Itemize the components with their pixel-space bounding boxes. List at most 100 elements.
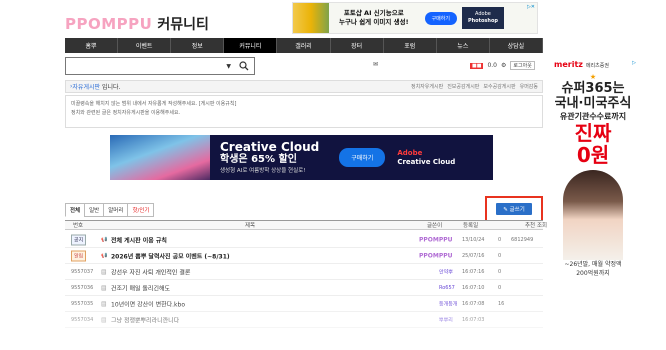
column-header: 등록일 <box>463 223 479 229</box>
category-tab[interactable]: 일반 <box>84 203 105 217</box>
photoshop-logo: Adobe Photoshop <box>461 7 504 29</box>
side-ad-foot1: ~26년말, 매월 약정액 <box>564 261 622 268</box>
breadcrumb-suffix: 입니다. <box>102 84 121 91</box>
category-tab[interactable]: 전체 <box>65 203 86 217</box>
post-icon: ▤ <box>101 284 107 291</box>
adobe-brand2: Creative Cloud <box>397 157 456 166</box>
post-author[interactable]: PPOMPPU <box>419 252 453 259</box>
side-ad-big1: 진짜 <box>574 121 612 145</box>
post-recommend: 0 <box>498 236 502 243</box>
table-row[interactable]: 9557037 ▤ 강선우 자진 사퇴 개인적인 결론 안약뿌 16:07:16 0 <box>65 264 543 280</box>
post-recommend: 0 <box>498 284 502 291</box>
side-ad-line1: 슈퍼365는 <box>561 81 625 96</box>
page-title: 커뮤니티 <box>157 17 209 33</box>
side-ad-foot2: 200억원까지 <box>576 270 610 277</box>
row-number: 공지 <box>71 234 87 245</box>
adobe-logo: Adobe Creative Cloud <box>397 149 455 167</box>
main-nav: 홈뿌 이벤트 정보 커뮤니티 갤러리 장터 포럼 뉴스 상담실 <box>65 38 543 53</box>
star-icon: ★ <box>589 73 597 81</box>
write-button[interactable]: ✎ 글쓰기 <box>496 203 532 215</box>
post-date: 25/07/16 <box>462 252 485 259</box>
settings-icon[interactable]: ⚙ <box>501 62 506 69</box>
top-ad-text: 포토샵 AI 신기능으로 누구나 쉽게 이미지 생성! <box>339 9 409 27</box>
breadcrumb: › 자유게시판 입니다. 정치자유게시판 진보공감게시판 보수공감게시판 유머감동 <box>65 80 543 93</box>
category-tab[interactable]: 핫/인기 <box>127 203 155 217</box>
nav-item[interactable]: 홈뿌 <box>65 38 119 53</box>
write-button-highlight: ✎ 글쓰기 <box>485 196 543 222</box>
write-button-label: 글쓰기 <box>509 207 525 213</box>
related-board-link[interactable]: 유머감동 <box>520 83 538 90</box>
megaphone-icon: 📢 <box>101 252 108 259</box>
site-logo[interactable]: PPOMPPU 커뮤니티 <box>65 13 209 35</box>
side-ad-big2: 0원 <box>576 143 610 167</box>
post-title[interactable]: 강선우 자진 사퇴 개인적인 결론 <box>111 267 190 276</box>
table-row[interactable]: 알림 📢 2026년 뽐뿌 달력사진 공모 이벤트 (~8/31) PPOMPPU 25… <box>65 248 543 264</box>
post-date: 13/10/24 <box>462 236 485 243</box>
table-row[interactable]: 공지 📢 전체 게시판 이용 규칙 PPOMPPU 13/10/24 0 6812949 <box>65 232 543 248</box>
ps-brand2: Photoshop <box>467 18 498 24</box>
nav-item[interactable]: 포럼 <box>384 38 437 53</box>
meritz-logo: meritz <box>554 60 583 69</box>
nav-item[interactable]: 장터 <box>331 38 384 53</box>
post-title[interactable]: 2026년 뽐뿌 달력사진 공모 이벤트 (~8/31) <box>111 251 230 260</box>
user-util: ■■ 0.0 ⚙ 로그아웃 <box>470 61 535 70</box>
search-box[interactable]: ▼ <box>65 57 255 75</box>
column-header: 글쓴이 <box>427 223 443 229</box>
post-author[interactable]: 안약뿌 <box>439 268 453 275</box>
adobe-brand1: Adobe <box>397 148 423 157</box>
notice-line2: 정치와 관련된 글은 정치자유게시판을 이용해주세요. <box>71 110 181 116</box>
notice-line1: 미끌령속을 해치지 않는 범위 내에서 자유롭게 작성해주세요. [게시판 이용… <box>71 101 237 107</box>
breadcrumb-current[interactable]: 자유게시판 <box>72 82 100 91</box>
post-date: 16:07:16 <box>462 268 485 275</box>
nav-item[interactable]: 갤러리 <box>277 38 331 53</box>
row-number: 알림 <box>71 250 87 261</box>
side-banner-ad[interactable]: meritz 메리츠증권 ★ 슈퍼365는 국내·미국주식 유관기관수수료까지 … <box>548 60 638 345</box>
top-banner-ad[interactable]: 포토샵 AI 신기능으로 누구나 쉽게 이미지 생성! 구매하기 Adobe P… <box>292 2 538 34</box>
category-tabs: 전체 일반 알머리 핫/인기 <box>65 203 155 217</box>
bottom-fade <box>0 300 560 350</box>
post-title[interactable]: 전체 게시판 이용 규칙 <box>111 235 167 244</box>
nav-item[interactable]: 이벤트 <box>118 38 172 53</box>
column-header: 추천 <box>525 223 536 229</box>
post-title[interactable]: 건조기 매일 돌리긴해도 <box>111 283 170 292</box>
post-recommend: 0 <box>498 268 502 275</box>
post-views: 6812949 <box>511 236 534 243</box>
related-board-link[interactable]: 보수공감게시판 <box>483 83 515 90</box>
table-header: 번호 제목 글쓴이 등록일 추천 조회 <box>65 220 547 230</box>
banner-desc: 생성형 AI로 여름방학 상상을 현실로! <box>220 168 306 174</box>
post-date: 16:07:10 <box>462 284 485 291</box>
nav-item[interactable]: 상담실 <box>490 38 543 53</box>
row-number: 9557036 <box>71 284 94 291</box>
dropdown-arrow-icon[interactable]: ▼ <box>226 63 231 70</box>
nav-item[interactable]: 뉴스 <box>437 38 490 53</box>
search-icon[interactable] <box>239 61 249 71</box>
top-ad-buy-button[interactable]: 구매하기 <box>424 11 457 25</box>
column-header: 조회 <box>537 223 548 229</box>
ad-choices-icon[interactable]: ▷✕ <box>527 4 535 10</box>
top-ad-line1: 포토샵 AI 신기능으로 <box>343 9 404 17</box>
megaphone-icon: 📢 <box>101 236 108 243</box>
logout-button[interactable]: 로그아웃 <box>510 61 535 70</box>
related-board-link[interactable]: 정치자유게시판 <box>411 83 443 90</box>
message-icon[interactable]: ✉ <box>373 61 378 68</box>
logo-text: PPOMPPU <box>65 15 153 33</box>
category-tab[interactable]: 알머리 <box>103 203 129 217</box>
nav-item[interactable]: 커뮤니티 <box>224 38 278 53</box>
points-value: 0.0 <box>487 62 497 69</box>
ad-choices-icon[interactable]: ▷ <box>632 60 636 66</box>
model-photo <box>563 170 623 260</box>
banner-buy-button[interactable]: 구매하기 <box>339 148 386 167</box>
board-notice: 미끌령속을 해치지 않는 범위 내에서 자유롭게 작성해주세요. [게시판 이용… <box>65 95 543 128</box>
nav-item[interactable]: 정보 <box>171 38 225 53</box>
post-author[interactable]: PPOMPPU <box>419 236 453 243</box>
side-ad-line2: 국내·미국주식 <box>554 96 632 111</box>
post-icon: ▤ <box>101 268 107 275</box>
table-row[interactable]: 9557036 ▤ 건조기 매일 돌리긴해도 Ro657 16:07:10 0 <box>65 280 543 296</box>
banner-image <box>110 135 210 180</box>
user-level-icon: ■■ <box>470 62 484 69</box>
creative-cloud-banner[interactable]: Creative Cloud 학생은 65% 할인 생성형 AI로 여름방학 상… <box>110 135 493 180</box>
banner-subtitle: 학생은 65% 할인 <box>220 154 297 165</box>
related-board-link[interactable]: 진보공감게시판 <box>447 83 479 90</box>
post-author[interactable]: Ro657 <box>439 285 455 291</box>
corn-image <box>293 3 329 33</box>
